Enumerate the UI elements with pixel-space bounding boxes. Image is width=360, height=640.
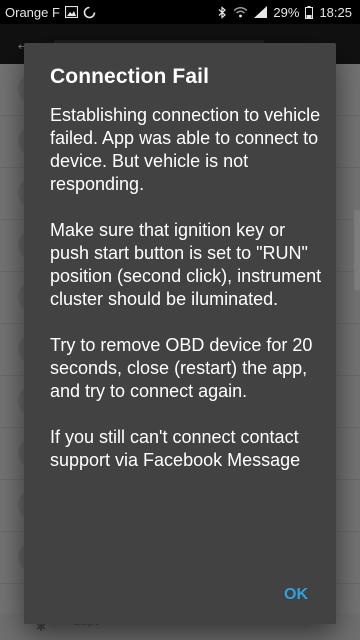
carrier-name: Orange F <box>5 4 60 20</box>
wifi-icon <box>233 6 248 18</box>
dialog-paragraph: If you still can't connect contact suppo… <box>50 427 301 470</box>
dialog-message: Establishing connection to vehicle faile… <box>50 104 322 472</box>
dialog-paragraph: Make sure that ignition key or push star… <box>50 220 322 309</box>
dialog-paragraph: Establishing connection to vehicle faile… <box>50 105 321 194</box>
status-bar: Orange F 29% 18:25 <box>0 0 360 24</box>
signal-icon <box>254 6 268 18</box>
clock: 18:25 <box>319 4 352 20</box>
ok-button[interactable]: OK <box>280 584 312 606</box>
dialog-title: Connection Fail <box>50 65 209 88</box>
bluetooth-icon <box>218 5 227 19</box>
image-icon <box>64 6 78 18</box>
battery-icon <box>305 5 314 19</box>
battery-percent: 29% <box>273 4 300 20</box>
dialog-paragraph: Try to remove OBD device for 20 seconds,… <box>50 335 313 401</box>
connection-fail-dialog: Connection Fail Establishing connection … <box>24 43 336 624</box>
sync-icon <box>83 6 96 19</box>
